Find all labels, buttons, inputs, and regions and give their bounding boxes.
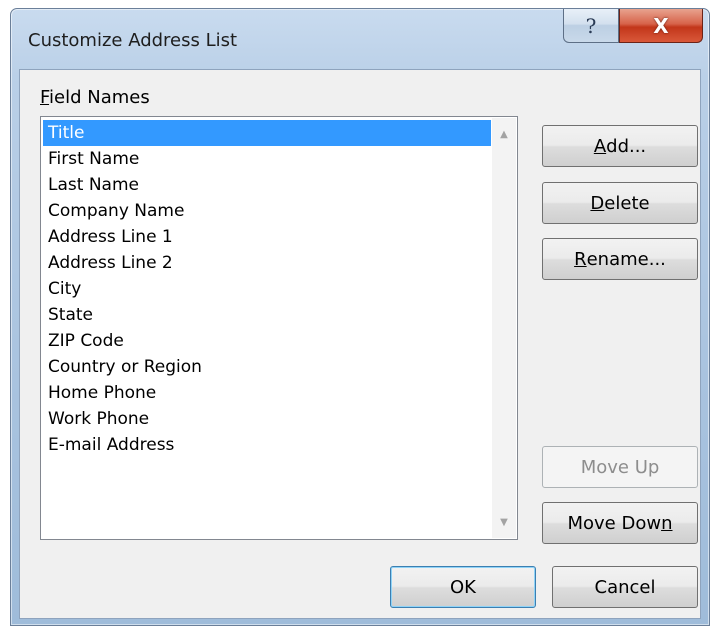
move-up-button-label: Move Up <box>580 456 660 478</box>
rename-button[interactable]: Rename... <box>542 238 698 280</box>
help-button[interactable]: ? <box>563 9 619 43</box>
list-item[interactable]: Work Phone <box>43 406 491 432</box>
list-item[interactable]: Address Line 1 <box>43 224 491 250</box>
delete-button[interactable]: Delete <box>542 182 698 224</box>
move-down-accelerator: n <box>661 512 673 534</box>
add-button[interactable]: Add... <box>542 125 698 167</box>
rename-button-label: ename... <box>586 248 666 270</box>
list-item[interactable]: Last Name <box>43 172 491 198</box>
customize-address-list-dialog: Customize Address List ? X Field Names T… <box>10 8 710 626</box>
field-names-label: Field Names <box>40 87 150 108</box>
field-names-accelerator: F <box>40 87 50 108</box>
title-bar[interactable]: Customize Address List ? X <box>11 9 709 69</box>
cancel-button-label: Cancel <box>594 576 656 598</box>
field-names-label-text: ield Names <box>49 87 150 108</box>
dialog-body: Field Names Title First Name Last Name Comp… <box>19 69 701 619</box>
move-up-button[interactable]: Move Up <box>542 446 698 488</box>
move-down-button[interactable]: Move Dow n <box>542 502 698 544</box>
delete-button-label: elete <box>604 192 650 214</box>
dialog-title: Customize Address List <box>28 30 238 51</box>
delete-accelerator: D <box>590 192 605 214</box>
list-item[interactable]: Title <box>43 120 491 146</box>
list-item[interactable]: Home Phone <box>43 380 491 406</box>
list-item[interactable]: Address Line 2 <box>43 250 491 276</box>
ok-button-label: OK <box>450 576 476 598</box>
field-names-list: Title First Name Last Name Company Name Addr… <box>43 120 491 537</box>
field-names-listbox[interactable]: Title First Name Last Name Company Name Addr… <box>40 116 518 540</box>
vertical-scrollbar[interactable]: ▲ ▼ <box>492 118 516 538</box>
ok-button[interactable]: OK <box>390 566 536 608</box>
cancel-button[interactable]: Cancel <box>552 566 698 608</box>
close-button[interactable]: X <box>619 9 703 43</box>
list-item[interactable]: Company Name <box>43 198 491 224</box>
list-item[interactable]: Country or Region <box>43 354 491 380</box>
scroll-down-arrow-icon[interactable]: ▼ <box>492 510 516 534</box>
rename-accelerator: R <box>574 248 587 270</box>
add-accelerator: A <box>593 135 607 157</box>
list-item[interactable]: First Name <box>43 146 491 172</box>
list-item[interactable]: City <box>43 276 491 302</box>
move-down-button-label: Move Dow <box>567 512 662 534</box>
close-icon: X <box>653 13 669 38</box>
scroll-up-arrow-icon[interactable]: ▲ <box>492 122 516 146</box>
help-icon: ? <box>585 13 597 38</box>
list-item[interactable]: E-mail Address <box>43 432 491 458</box>
list-item[interactable]: ZIP Code <box>43 328 491 354</box>
add-button-label: dd... <box>606 135 647 157</box>
list-item[interactable]: State <box>43 302 491 328</box>
